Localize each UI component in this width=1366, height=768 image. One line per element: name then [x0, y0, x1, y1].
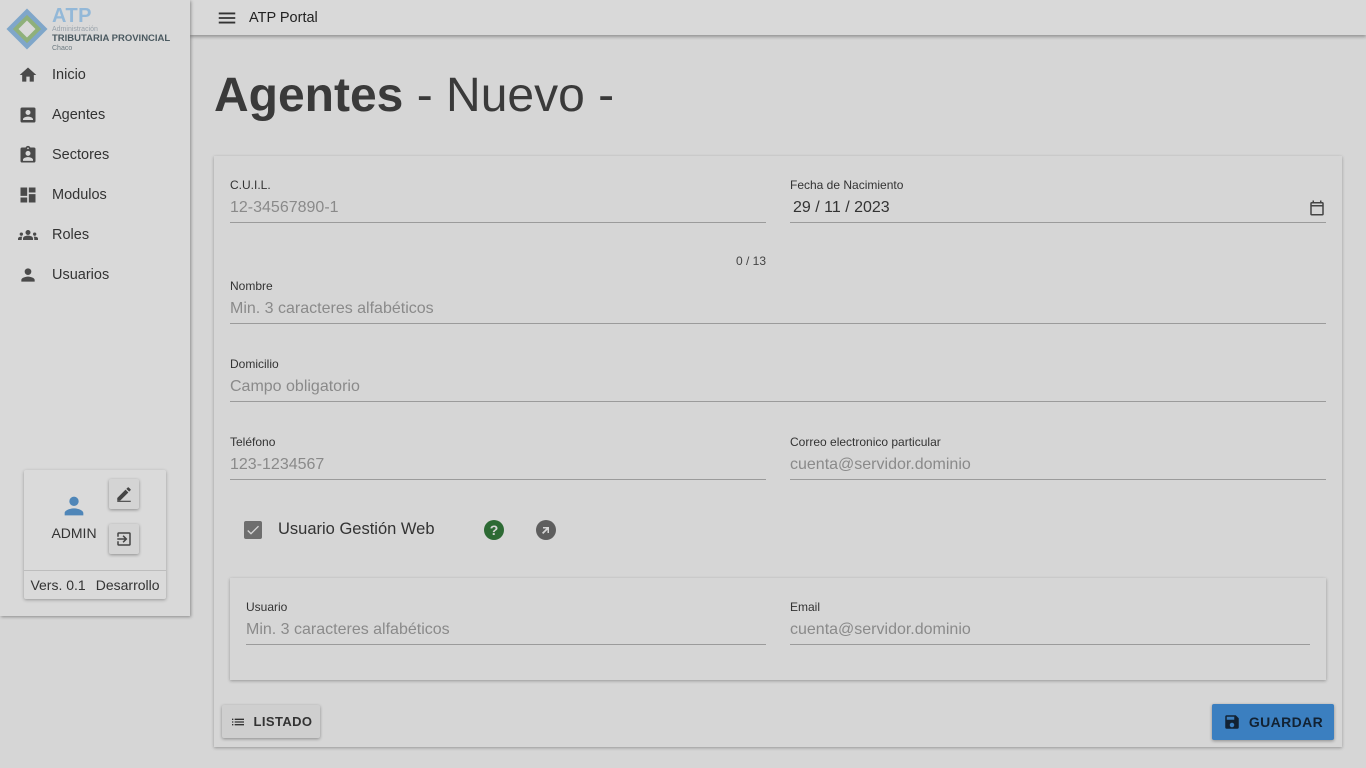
user-card: ADMIN Vers. 0.1 Desarrollo — [24, 470, 166, 599]
top-bar: ATP Portal — [190, 0, 1366, 35]
logout-icon — [117, 532, 131, 546]
telefono-field: Teléfono 123-1234567 — [230, 435, 766, 480]
sidebar-item-label: Roles — [52, 227, 90, 243]
help-icon[interactable]: ? — [484, 520, 504, 540]
telefono-input[interactable]: 123-1234567 — [230, 454, 766, 480]
listado-label: LISTADO — [253, 714, 313, 729]
sidebar-item-label: Sectores — [52, 147, 110, 163]
telefono-label: Teléfono — [230, 435, 276, 449]
badge-icon — [18, 145, 38, 165]
web-user-subform: Usuario Min. 3 caracteres alfabéticos Em… — [230, 578, 1326, 680]
person-icon — [18, 265, 38, 285]
usuario-gestion-web-label[interactable]: Usuario Gestión Web — [278, 520, 435, 539]
sidebar-item-modulos[interactable]: Modulos — [0, 175, 190, 215]
usuario-label: Usuario — [246, 600, 288, 614]
cuil-field: C.U.I.L. 12-34567890-1 0 / 13 — [230, 178, 766, 268]
sidebar: ATP Administración TRIBUTARIA PROVINCIAL… — [0, 0, 190, 616]
agent-form-card: C.U.I.L. 12-34567890-1 0 / 13 Fecha de N… — [214, 156, 1342, 747]
email-label: Email — [790, 600, 821, 614]
sidebar-item-label: Usuarios — [52, 267, 110, 283]
menu-icon — [218, 12, 236, 23]
logo-subtitle-3: Chaco — [52, 44, 73, 52]
menu-toggle-button[interactable] — [214, 5, 240, 31]
logo-subtitle-2: TRIBUTARIA PROVINCIAL — [52, 33, 171, 44]
save-icon — [1225, 715, 1239, 729]
home-icon — [18, 65, 38, 85]
version-info: Vers. 0.1 Desarrollo — [24, 571, 166, 599]
check-icon — [247, 525, 259, 535]
version-label: Vers. 0.1 — [30, 577, 86, 593]
sidebar-item-inicio[interactable]: Inicio — [0, 55, 190, 95]
birthdate-value: 29 / 11 / 2023 — [793, 198, 890, 216]
usuario-input[interactable]: Min. 3 caracteres alfabéticos — [246, 619, 766, 645]
sidebar-item-usuarios[interactable]: Usuarios — [0, 255, 190, 295]
correo-field: Correo electronico particular cuenta@ser… — [790, 435, 1326, 480]
birthdate-label: Fecha de Nacimiento — [790, 178, 904, 192]
usuario-field: Usuario Min. 3 caracteres alfabéticos — [246, 600, 766, 645]
sidebar-item-sectores[interactable]: Sectores — [0, 135, 190, 175]
groups-icon — [18, 225, 38, 245]
sidebar-item-agentes[interactable]: Agentes — [0, 95, 190, 135]
email-input[interactable]: cuenta@servidor.dominio — [790, 619, 1310, 645]
domicilio-field: Domicilio Campo obligatorio — [230, 357, 1326, 402]
correo-label: Correo electronico particular — [790, 435, 941, 449]
logo-title: ATP — [52, 5, 93, 27]
logo-diamond-icon — [6, 8, 48, 50]
cuil-label: C.U.I.L. — [230, 178, 271, 192]
nombre-field: Nombre Min. 3 caracteres alfabéticos — [230, 279, 1326, 324]
open-external-icon[interactable] — [536, 520, 556, 540]
sidebar-item-label: Modulos — [52, 187, 107, 203]
guardar-label: GUARDAR — [1248, 714, 1324, 730]
edit-icon — [117, 487, 131, 502]
list-icon — [231, 718, 244, 725]
page-title-section: Agentes — [214, 69, 404, 122]
logo-subtitle-1: Administración — [52, 26, 98, 33]
usuario-gestion-web-checkbox[interactable] — [244, 520, 262, 539]
edit-profile-button[interactable] — [109, 479, 139, 509]
correo-input[interactable]: cuenta@servidor.dominio — [790, 454, 1326, 480]
email-field: Email cuenta@servidor.dominio — [790, 600, 1310, 645]
page-title-mode: - Nuevo - — [403, 69, 615, 122]
listado-button[interactable]: LISTADO — [222, 705, 320, 738]
sidebar-item-label: Agentes — [52, 107, 106, 123]
atp-logo[interactable]: ATP Administración TRIBUTARIA PROVINCIAL… — [6, 5, 186, 52]
cuil-char-counter: 0 / 13 — [735, 254, 766, 268]
usuario-gestion-web-row: Usuario Gestión Web — [244, 520, 435, 539]
sidebar-item-label: Inicio — [52, 67, 86, 83]
dashboard-icon — [18, 185, 38, 205]
domicilio-input[interactable]: Campo obligatorio — [230, 376, 1326, 402]
environment-label: Desarrollo — [95, 577, 160, 593]
birthdate-input[interactable]: 29 / 11 / 2023 — [790, 197, 1326, 223]
domicilio-label: Domicilio — [230, 357, 279, 371]
birthdate-field: Fecha de Nacimiento 29 / 11 / 2023 — [790, 178, 1326, 223]
cuil-input[interactable]: 12-34567890-1 — [230, 197, 766, 223]
sidebar-item-roles[interactable]: Roles — [0, 215, 190, 255]
app-title: ATP Portal — [249, 9, 318, 26]
logout-button[interactable] — [109, 524, 139, 554]
nombre-label: Nombre — [230, 279, 273, 293]
nombre-input[interactable]: Min. 3 caracteres alfabéticos — [230, 298, 1326, 324]
guardar-button[interactable]: GUARDAR — [1212, 704, 1334, 740]
sidebar-nav: Inicio Agentes Sectores Modulos Roles Us… — [0, 55, 190, 295]
account-box-icon — [18, 105, 38, 125]
page-title: Agentes - Nuevo - — [214, 68, 614, 123]
calendar-icon[interactable] — [1308, 199, 1326, 217]
user-avatar-icon — [60, 492, 88, 520]
arrow-up-right-icon — [542, 527, 549, 534]
